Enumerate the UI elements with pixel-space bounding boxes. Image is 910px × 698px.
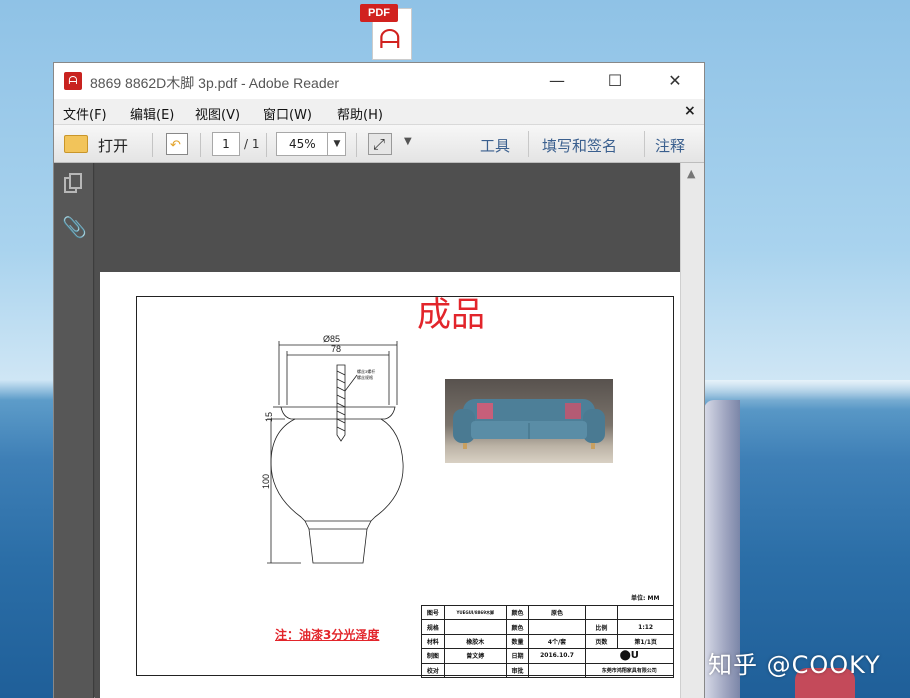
callout-line-2: 螺丝规格 bbox=[357, 374, 373, 380]
tb-cell: 审批 bbox=[505, 662, 530, 678]
tb-cell bbox=[528, 619, 586, 635]
callout-line-1: 螺丝3螺杆 bbox=[357, 368, 375, 374]
toolbar-divider bbox=[644, 131, 645, 157]
adobe-reader-window: ᗩ 8869 8862D木脚 3p.pdf - Adobe Reader — ☐… bbox=[53, 62, 705, 698]
attachments-paperclip-icon[interactable]: 📎 bbox=[62, 215, 87, 239]
open-folder-icon[interactable] bbox=[64, 135, 88, 153]
unit-label: 单位: MM bbox=[631, 595, 660, 602]
zoom-value: 45% bbox=[289, 137, 316, 151]
menu-help[interactable]: 帮助(H) bbox=[337, 104, 383, 123]
expand-arrows-icon: ⤢ bbox=[373, 135, 386, 153]
navigation-panel: 📎 bbox=[54, 163, 94, 698]
tb-cell: 4个/套 bbox=[528, 633, 586, 650]
toolbar-divider bbox=[528, 131, 529, 157]
page-thumbnails-icon[interactable] bbox=[64, 173, 84, 195]
wooden-leg-drawing: Ø85 78 15 100 螺丝3螺杆 螺丝规格 bbox=[261, 335, 404, 564]
document-title: 成品 bbox=[417, 295, 485, 335]
company-logo-icon: ⬤U bbox=[584, 648, 675, 664]
tb-cell: 2016.10.7 bbox=[528, 648, 586, 664]
toolbar: 打开 ↶ 1 / 1 45% ▼ ⤢ ▼ 工具 填写和签名 注释 bbox=[54, 125, 704, 163]
tb-cell bbox=[617, 604, 674, 621]
menubar: 文件(F) 编辑(E) 视图(V) 窗口(W) 帮助(H) × bbox=[54, 99, 704, 125]
menu-view[interactable]: 视图(V) bbox=[195, 104, 240, 123]
comment-button[interactable]: 注释 bbox=[655, 135, 685, 156]
toolbar-divider bbox=[152, 133, 153, 157]
dim-top-outer: Ø85 bbox=[323, 335, 340, 344]
paint-note: 注：油漆3分光泽度 bbox=[275, 628, 380, 642]
toolbar-divider bbox=[356, 133, 357, 157]
document-view[interactable]: 成品 Ø85 78 15 100 螺丝3螺杆 螺丝规格 单位: MM 注：油漆3… bbox=[95, 163, 680, 698]
desktop-pdf-file-icon[interactable]: ᗩ PDF bbox=[358, 2, 414, 60]
tb-cell: 材料 bbox=[421, 633, 445, 650]
menu-edit[interactable]: 编辑(E) bbox=[130, 104, 174, 123]
tb-cell: 橡胶木 bbox=[443, 633, 507, 650]
title-block: 图号 YUEGUI/8869木脚 颜色 原色 规格 颜色 比例 1:12 材料 … bbox=[421, 604, 675, 678]
menu-window[interactable]: 窗口(W) bbox=[263, 104, 312, 123]
dim-side-small: 15 bbox=[264, 412, 274, 422]
fit-page-button[interactable]: ⤢ bbox=[368, 133, 392, 155]
adobe-reader-app-icon: ᗩ bbox=[64, 72, 82, 90]
dim-height: 100 bbox=[261, 474, 271, 489]
company-name: 东莞市鸿翔家具有限公司 bbox=[584, 662, 675, 678]
tools-button[interactable]: 工具 bbox=[480, 135, 510, 156]
menu-close-document-button[interactable]: × bbox=[684, 103, 696, 119]
tb-cell: 曾文婷 bbox=[443, 648, 507, 664]
acrobat-swirl-icon: ᗩ bbox=[379, 25, 401, 55]
menu-file[interactable]: 文件(F) bbox=[63, 104, 107, 123]
chevron-down-icon[interactable]: ▼ bbox=[327, 133, 346, 155]
pdf-page: 成品 Ø85 78 15 100 螺丝3螺杆 螺丝规格 单位: MM 注：油漆3… bbox=[100, 272, 680, 698]
save-arrow-icon: ↶ bbox=[170, 138, 181, 153]
close-button[interactable]: ✕ bbox=[646, 63, 704, 99]
save-document-icon[interactable]: ↶ bbox=[166, 133, 188, 155]
page-total: / 1 bbox=[244, 137, 260, 151]
tb-cell: 页数 bbox=[584, 633, 619, 650]
fill-sign-button[interactable]: 填写和签名 bbox=[542, 135, 617, 156]
titlebar: ᗩ 8869 8862D木脚 3p.pdf - Adobe Reader — ☐… bbox=[54, 63, 704, 99]
sofa-photo bbox=[445, 379, 613, 463]
tb-cell: 日期 bbox=[505, 648, 530, 664]
maximize-button[interactable]: ☐ bbox=[586, 63, 644, 99]
page-number-input[interactable]: 1 bbox=[212, 132, 240, 156]
tb-cell bbox=[528, 662, 586, 678]
tb-cell bbox=[584, 604, 619, 621]
minimize-button[interactable]: — bbox=[528, 63, 586, 99]
tb-cell: 1:12 bbox=[617, 619, 674, 635]
sofa-image bbox=[453, 399, 605, 449]
drawing-frame: 成品 Ø85 78 15 100 螺丝3螺杆 螺丝规格 单位: MM 注：油漆3… bbox=[136, 295, 675, 678]
vertical-scrollbar[interactable]: ▲ bbox=[680, 163, 704, 698]
tb-cell: YUEGUI/8869木脚 bbox=[443, 604, 507, 621]
scroll-up-arrow-icon[interactable]: ▲ bbox=[687, 167, 695, 180]
tb-cell: 第1/1页 bbox=[617, 633, 674, 650]
tb-cell: 数量 bbox=[505, 633, 530, 650]
window-title: 8869 8862D木脚 3p.pdf - Adobe Reader bbox=[90, 75, 340, 91]
tb-cell: 规格 bbox=[421, 619, 445, 635]
zoom-select[interactable]: 45% ▼ bbox=[276, 132, 346, 156]
tb-cell: 颜色 bbox=[505, 604, 530, 621]
tb-cell: 校对 bbox=[421, 662, 445, 678]
tb-cell: 制图 bbox=[421, 648, 445, 664]
tb-cell: 图号 bbox=[421, 604, 445, 621]
tb-cell: 比例 bbox=[584, 619, 619, 635]
pdf-badge: PDF bbox=[360, 4, 398, 22]
tb-cell bbox=[443, 662, 507, 678]
watermark: 知乎 @COOKY bbox=[708, 651, 881, 679]
tb-cell: 颜色 bbox=[505, 619, 530, 635]
tb-cell bbox=[443, 619, 507, 635]
toolbar-divider bbox=[266, 133, 267, 157]
more-tools-chevron-icon[interactable]: ▼ bbox=[404, 136, 412, 147]
tb-cell: 原色 bbox=[528, 604, 586, 621]
dim-top-inner: 78 bbox=[331, 344, 341, 354]
open-button[interactable]: 打开 bbox=[98, 135, 128, 156]
toolbar-divider bbox=[200, 133, 201, 157]
